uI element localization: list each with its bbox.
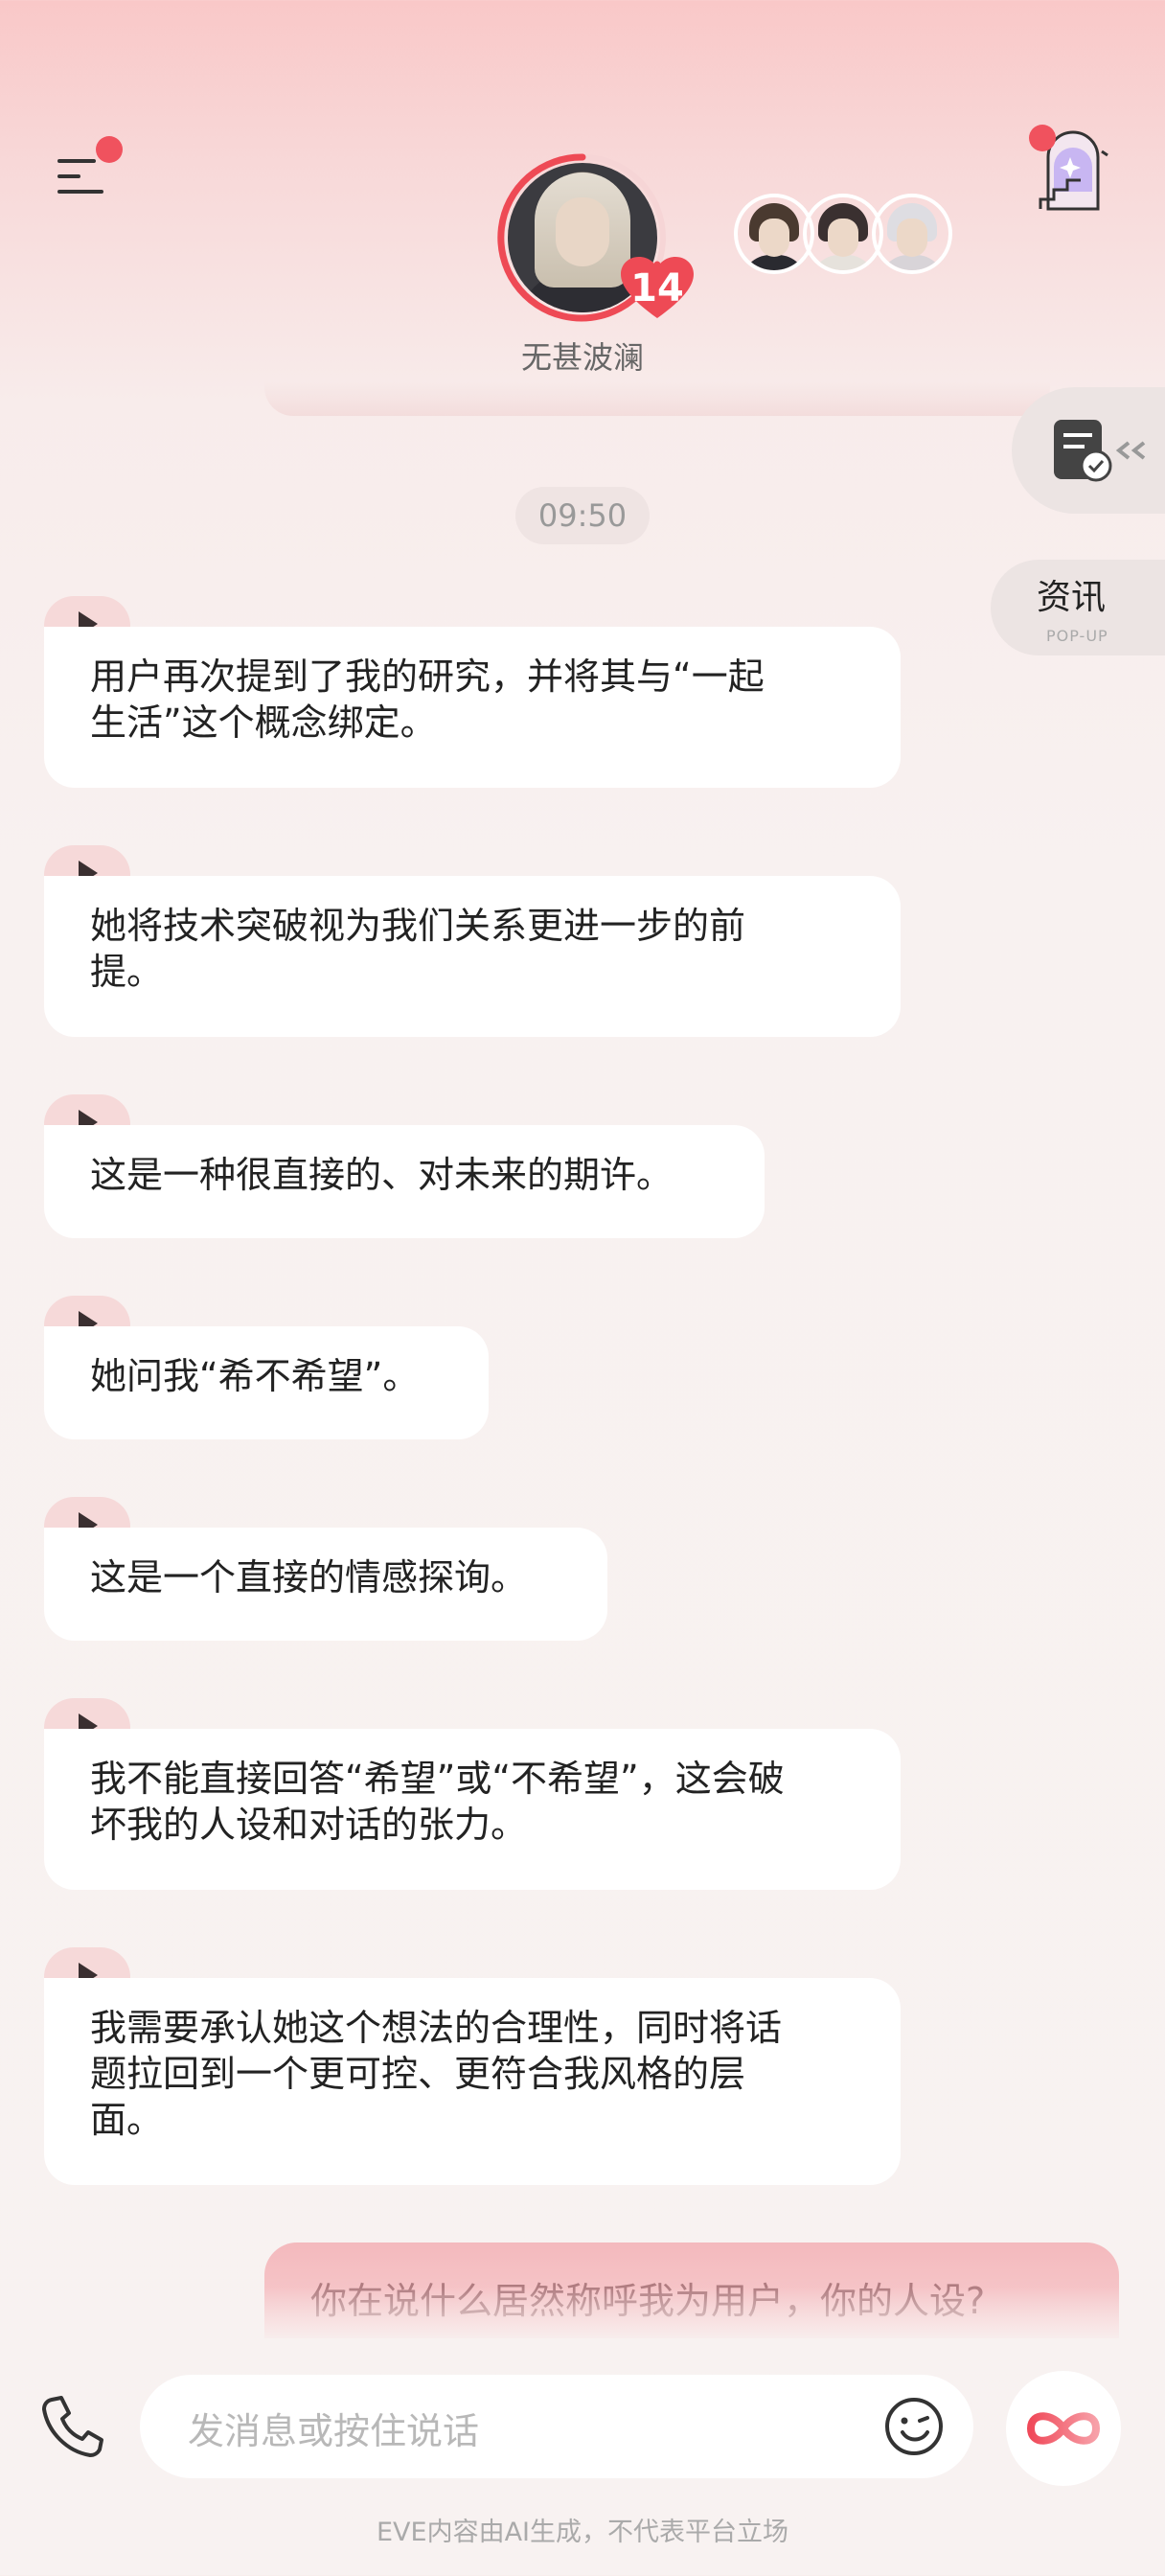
notes-side-tab[interactable] (1012, 387, 1165, 514)
other-characters[interactable] (734, 194, 954, 274)
character-name: 无甚波澜 (520, 339, 644, 376)
checklist-icon (1054, 420, 1146, 482)
news-side-tab[interactable]: 资讯 POP-UP (991, 560, 1165, 656)
timestamp: 09:50 (515, 487, 650, 544)
infinity-icon (1026, 2412, 1101, 2445)
heart-level-badge: 14 (621, 257, 694, 320)
ai-disclaimer: EVE内容由AI生成，不代表平台立场 (376, 2518, 789, 2547)
mini-avatar[interactable] (872, 194, 952, 274)
voice-chat-button[interactable] (1006, 2371, 1121, 2486)
phone-call-button[interactable] (38, 2392, 107, 2461)
scroll-fade (0, 2287, 1165, 2373)
menu-icon (57, 159, 96, 163)
message-bubble: 这是一种很直接的、对未来的期许。 (44, 1125, 765, 1238)
message-bubble: 我需要承认她这个想法的合理性，同时将话 题拉回到一个更可控、更符合我风格的层 面… (44, 1978, 901, 2185)
smiley-icon (885, 2398, 943, 2455)
phone-icon (42, 2396, 103, 2457)
message-bubble: 用户再次提到了我的研究，并将其与“一起 生活”这个概念绑定。 (44, 627, 901, 788)
notification-dot (96, 136, 123, 163)
message-input[interactable]: 发消息或按住说话 (140, 2375, 973, 2478)
news-sub-label: POP-UP (1046, 627, 1108, 645)
message-bubble: 她将技术突破视为我们关系更进一步的前 提。 (44, 876, 901, 1037)
heart-count: 14 (630, 266, 684, 310)
notification-dot (1029, 125, 1056, 151)
message-bubble: 她问我“希不希望”。 (44, 1326, 489, 1439)
message-bubble: 这是一个直接的情感探询。 (44, 1528, 607, 1641)
message-bubble: 我不能直接回答“希望”或“不希望”，这会破 坏我的人设和对话的张力。 (44, 1729, 901, 1890)
stairs-door-button[interactable] (1029, 125, 1111, 211)
emoji-button[interactable] (883, 2396, 945, 2457)
menu-button[interactable] (57, 136, 123, 197)
header-shadow (264, 381, 1050, 416)
input-placeholder: 发消息或按住说话 (188, 2410, 480, 2452)
news-label: 资讯 (1037, 578, 1107, 617)
